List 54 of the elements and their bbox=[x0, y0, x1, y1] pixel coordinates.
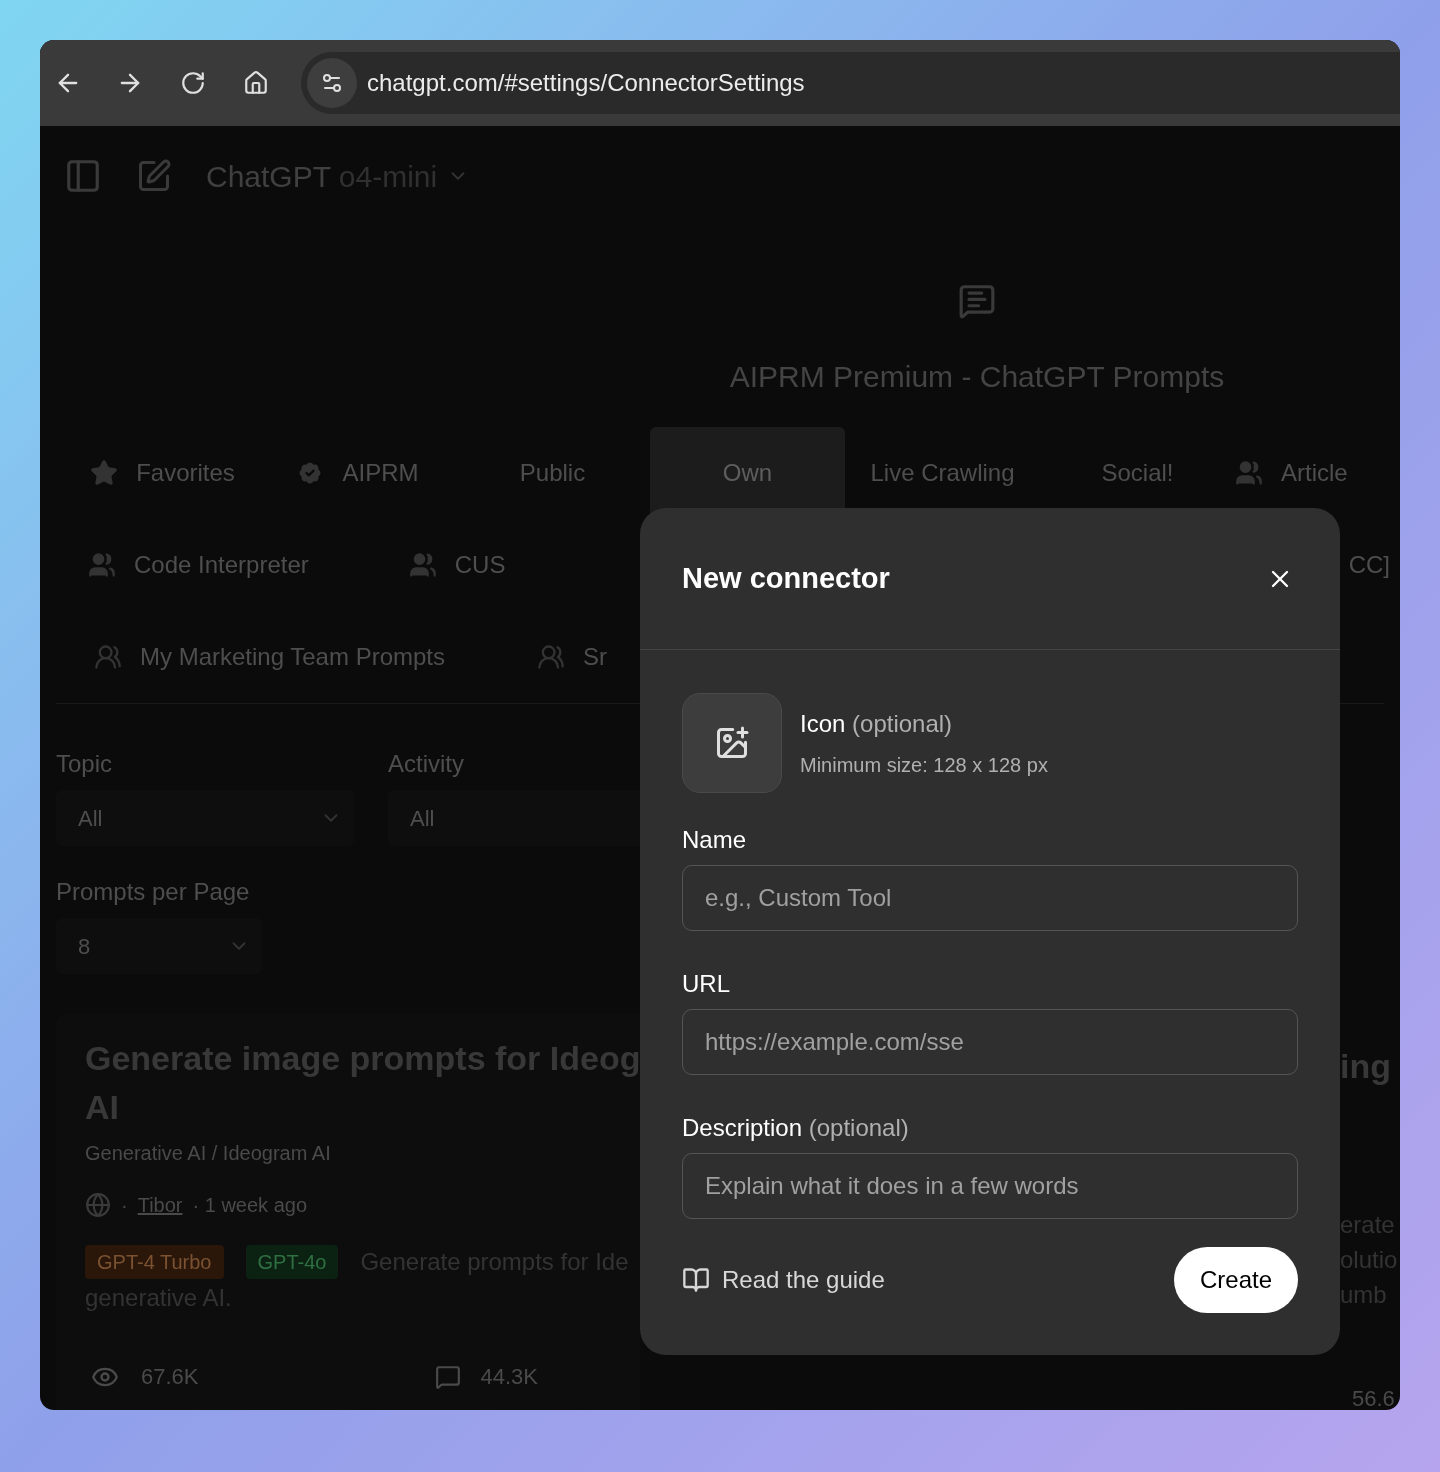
group-icon bbox=[408, 551, 437, 579]
card-category: Generative AI / Ideogram AI bbox=[85, 1141, 331, 1166]
book-icon bbox=[682, 1266, 710, 1294]
category-tab[interactable]: CUS bbox=[408, 519, 506, 611]
model-tag: GPT-4 Turbo bbox=[85, 1245, 224, 1279]
text-input-field[interactable]: https://example.com/sse bbox=[682, 1009, 1298, 1075]
sliders-icon bbox=[320, 71, 344, 95]
star-icon bbox=[90, 459, 119, 487]
chat-bubble-icon bbox=[958, 282, 996, 320]
image-plus-icon bbox=[714, 725, 750, 761]
comment-icon bbox=[434, 1363, 461, 1390]
icon-upload-button[interactable] bbox=[682, 693, 782, 793]
sidebar-toggle-icon[interactable] bbox=[64, 157, 102, 195]
category-tab[interactable]: Sr bbox=[537, 611, 607, 703]
page-title: AIPRM Premium - ChatGPT Prompts bbox=[729, 359, 1225, 395]
filter-label: Topic bbox=[56, 749, 114, 779]
group-icon bbox=[88, 551, 116, 579]
dialog-title: New connector bbox=[682, 560, 890, 596]
category-tab[interactable]: Favorites bbox=[65, 427, 260, 519]
url-text: chatgpt.com/#settings/ConnectorSettings bbox=[367, 68, 805, 98]
category-tab[interactable]: Article bbox=[1235, 427, 1348, 519]
model-tag: GPT-4o bbox=[245, 1245, 339, 1279]
field-label: Description (optional) bbox=[682, 1114, 909, 1142]
filter-label: Activity bbox=[388, 749, 465, 779]
separator-dot: · bbox=[121, 1193, 128, 1218]
home-icon[interactable] bbox=[243, 70, 269, 96]
group-icon bbox=[537, 643, 565, 671]
reload-icon[interactable] bbox=[180, 70, 206, 96]
field-label: Name bbox=[682, 826, 747, 854]
group-icon bbox=[94, 643, 122, 671]
category-tab[interactable]: Live Crawling bbox=[845, 427, 1040, 519]
category-tab[interactable]: Public bbox=[455, 427, 650, 519]
create-button[interactable]: Create bbox=[1173, 1247, 1298, 1313]
card-time: · 1 week ago bbox=[192, 1193, 307, 1218]
category-tab[interactable]: CC] bbox=[1348, 547, 1400, 583]
guide-link[interactable]: Read the guide bbox=[682, 1262, 885, 1298]
category-tab[interactable]: Social! bbox=[1040, 427, 1235, 519]
category-tab[interactable]: AIPRM bbox=[260, 427, 455, 519]
text-input-field[interactable]: Explain what it does in a few words bbox=[682, 1153, 1298, 1219]
category-tab[interactable]: My Marketing Team Prompts bbox=[94, 611, 445, 703]
site-info-button[interactable] bbox=[307, 58, 357, 108]
comment-count: 44.3K bbox=[480, 1363, 538, 1391]
category-tab[interactable]: Code Interpreter bbox=[88, 519, 309, 611]
field-label: Icon (optional) bbox=[800, 709, 954, 739]
comment-count: 56.6 bbox=[1352, 1385, 1395, 1410]
view-count: 67.6K bbox=[141, 1363, 199, 1391]
filter-label: Prompts per Page bbox=[56, 877, 251, 907]
group-icon bbox=[1235, 459, 1263, 487]
field-hint: Minimum size: 128 x 128 px bbox=[800, 753, 1048, 778]
address-bar[interactable]: chatgpt.com/#settings/ConnectorSettings bbox=[301, 52, 1400, 114]
author-link[interactable]: Tibor bbox=[137, 1190, 183, 1220]
globe-icon bbox=[85, 1192, 111, 1218]
field-label: URL bbox=[682, 970, 730, 998]
text-input-field[interactable]: e.g., Custom Tool bbox=[682, 865, 1298, 931]
